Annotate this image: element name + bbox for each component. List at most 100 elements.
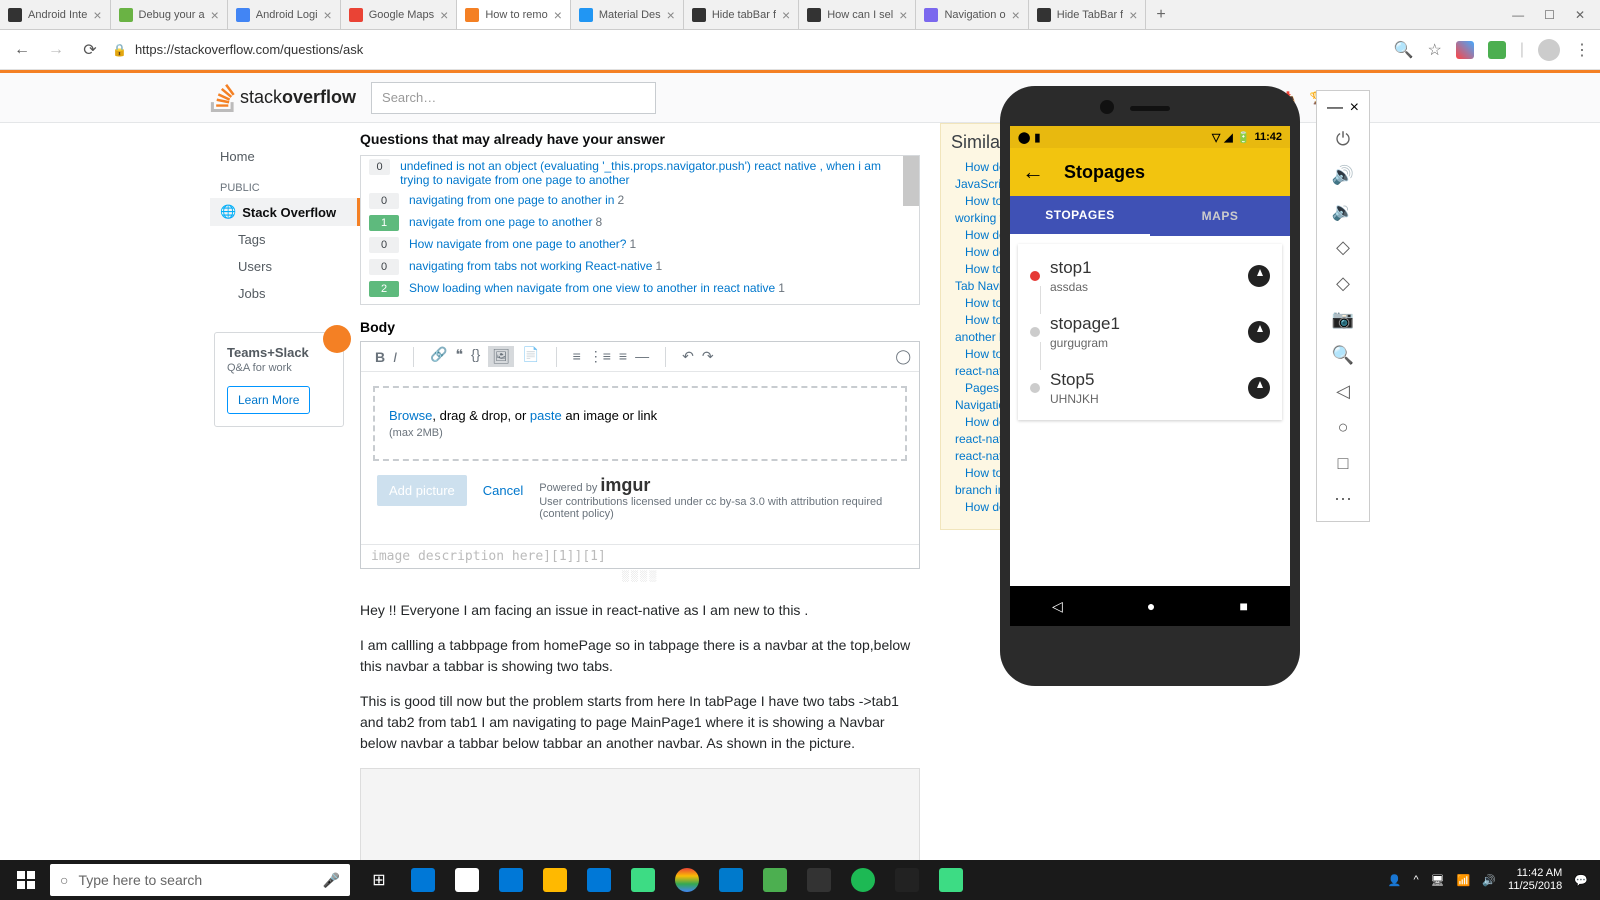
- snippet-button[interactable]: 📄: [522, 346, 539, 367]
- related-item[interactable]: 1navigate from one page to another8: [361, 212, 919, 234]
- task-view-button[interactable]: ⊞: [358, 860, 400, 900]
- italic-button[interactable]: I: [393, 349, 397, 365]
- tray-icon[interactable]: 🖥: [1431, 874, 1445, 887]
- quote-button[interactable]: ❝: [455, 346, 463, 367]
- taskbar-app[interactable]: [666, 860, 708, 900]
- profile-avatar[interactable]: [1538, 39, 1560, 61]
- taskbar-app[interactable]: [534, 860, 576, 900]
- browser-tab[interactable]: Material Des×: [571, 0, 684, 29]
- tab-maps[interactable]: MAPS: [1150, 196, 1290, 236]
- close-icon[interactable]: ×: [782, 7, 790, 23]
- power-button[interactable]: ⏻: [1321, 121, 1365, 157]
- browser-tab[interactable]: Hide tabBar f×: [684, 0, 799, 29]
- extension-icon[interactable]: [1488, 41, 1506, 59]
- close-icon[interactable]: ×: [211, 7, 219, 23]
- nav-stackoverflow[interactable]: 🌐Stack Overflow: [210, 198, 360, 226]
- more-emu-button[interactable]: ⋯: [1321, 481, 1365, 517]
- nav-jobs[interactable]: Jobs: [210, 280, 360, 307]
- image-dropzone[interactable]: Browse, drag & drop, or paste an image o…: [373, 386, 907, 461]
- stop-row[interactable]: stopage1gurgugram: [1018, 304, 1282, 360]
- url-input[interactable]: 🔒 https://stackoverflow.com/questions/as…: [112, 42, 1384, 57]
- editor-textarea[interactable]: image description here][1]][1]: [361, 544, 919, 568]
- tray-clock[interactable]: 11:42 AM 11/25/2018: [1508, 867, 1562, 893]
- code-button[interactable]: {}: [471, 346, 480, 367]
- close-icon[interactable]: ×: [554, 7, 562, 23]
- learn-more-button[interactable]: Learn More: [227, 386, 310, 414]
- start-button[interactable]: [4, 860, 48, 900]
- taskbar-app[interactable]: [578, 860, 620, 900]
- tray-wifi-icon[interactable]: 📶: [1457, 874, 1471, 887]
- related-item[interactable]: 0How navigate from one page to another?1: [361, 234, 919, 256]
- taskbar-app[interactable]: [446, 860, 488, 900]
- browser-tab[interactable]: How can I sel×: [799, 0, 916, 29]
- zoom-icon[interactable]: 🔍: [1394, 40, 1414, 60]
- redo-button[interactable]: ↷: [702, 348, 714, 365]
- volume-down-button[interactable]: 🔉: [1321, 193, 1365, 229]
- taskbar-app[interactable]: [402, 860, 444, 900]
- taskbar-app[interactable]: [490, 860, 532, 900]
- reload-button[interactable]: ⟳: [78, 40, 102, 60]
- close-emu-button[interactable]: ×: [1350, 99, 1359, 117]
- search-input[interactable]: Search…: [371, 82, 656, 114]
- back-arrow-icon[interactable]: ←: [1022, 159, 1044, 185]
- bold-button[interactable]: B: [375, 349, 385, 365]
- link-button[interactable]: 🔗: [430, 346, 447, 367]
- nav-home[interactable]: Home: [210, 143, 360, 170]
- taskbar-app[interactable]: [842, 860, 884, 900]
- browser-tab-active[interactable]: How to remo×: [457, 0, 571, 29]
- maximize-button[interactable]: ☐: [1544, 8, 1555, 22]
- star-icon[interactable]: ☆: [1428, 40, 1442, 60]
- taskbar-app[interactable]: [798, 860, 840, 900]
- home-emu-button[interactable]: ○: [1321, 409, 1365, 445]
- close-button[interactable]: ✕: [1575, 8, 1585, 22]
- back-emu-button[interactable]: ◁: [1321, 373, 1365, 409]
- mic-icon[interactable]: 🎤: [323, 872, 340, 889]
- stop-row[interactable]: Stop5UHNJKH: [1018, 360, 1282, 416]
- taskbar-app[interactable]: [710, 860, 752, 900]
- browser-tab[interactable]: Google Maps×: [341, 0, 458, 29]
- help-button[interactable]: ◯: [895, 348, 911, 365]
- hr-button[interactable]: —: [635, 348, 649, 365]
- related-item[interactable]: 2Show loading when navigate from one vie…: [361, 278, 919, 300]
- tray-volume-icon[interactable]: 🔊: [1482, 874, 1496, 887]
- olist-button[interactable]: ≡: [573, 348, 581, 365]
- close-icon[interactable]: ×: [324, 7, 332, 23]
- cancel-link[interactable]: Cancel: [483, 475, 523, 498]
- browser-tab[interactable]: Android Logi×: [228, 0, 341, 29]
- minimize-emu-button[interactable]: —: [1327, 99, 1343, 117]
- resize-handle[interactable]: ░░░░: [360, 571, 920, 582]
- nav-recent-icon[interactable]: ■: [1239, 598, 1247, 614]
- close-icon[interactable]: ×: [93, 7, 101, 23]
- compass-icon[interactable]: [1248, 265, 1270, 287]
- so-logo[interactable]: stackoverflow: [210, 84, 356, 112]
- close-icon[interactable]: ×: [1129, 7, 1137, 23]
- minimize-button[interactable]: —: [1512, 8, 1524, 22]
- tab-stopages[interactable]: STOPAGES: [1010, 196, 1150, 236]
- back-button[interactable]: ←: [10, 41, 34, 59]
- nav-tags[interactable]: Tags: [210, 226, 360, 253]
- close-icon[interactable]: ×: [440, 7, 448, 23]
- close-icon[interactable]: ×: [899, 7, 907, 23]
- add-picture-button[interactable]: Add picture: [377, 475, 467, 506]
- volume-up-button[interactable]: 🔊: [1321, 157, 1365, 193]
- browser-tab[interactable]: Debug your a×: [111, 0, 228, 29]
- image-button[interactable]: 🖼: [488, 346, 514, 367]
- notifications-icon[interactable]: 💬: [1574, 874, 1588, 887]
- nav-back-icon[interactable]: ◁: [1052, 598, 1063, 615]
- nav-home-icon[interactable]: ●: [1147, 598, 1155, 614]
- browser-tab[interactable]: Android Inte×: [0, 0, 111, 29]
- zoom-button[interactable]: 🔍: [1321, 337, 1365, 373]
- related-item[interactable]: 0undefined is not an object (evaluating …: [361, 156, 919, 190]
- browser-tab[interactable]: Navigation o×: [916, 0, 1028, 29]
- extension-icon[interactable]: [1456, 41, 1474, 59]
- scrollbar-thumb[interactable]: [903, 156, 919, 206]
- related-item[interactable]: 0navigating from one page to another in2: [361, 190, 919, 212]
- close-icon[interactable]: ×: [1012, 7, 1020, 23]
- rotate-left-button[interactable]: ◇: [1321, 229, 1365, 265]
- compass-icon[interactable]: [1248, 321, 1270, 343]
- compass-icon[interactable]: [1248, 377, 1270, 399]
- browser-tab[interactable]: Hide TabBar f×: [1029, 0, 1147, 29]
- taskbar-app[interactable]: [886, 860, 928, 900]
- forward-button[interactable]: →: [44, 41, 68, 59]
- tray-icon[interactable]: 👤: [1388, 874, 1402, 887]
